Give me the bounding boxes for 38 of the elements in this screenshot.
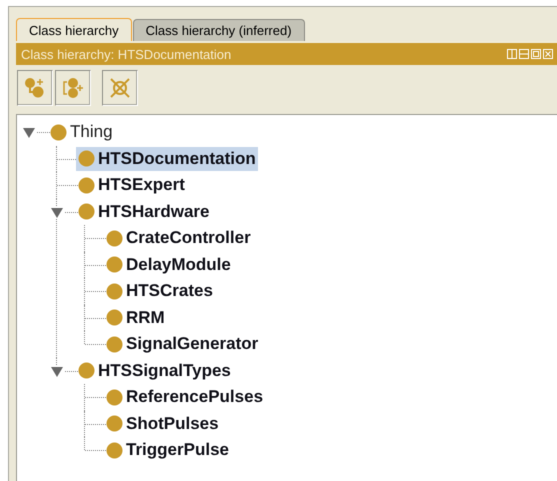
class-tree-item[interactable]: ShotPulses [104,412,221,436]
class-tree-item[interactable]: HTSSignalTypes [76,358,233,383]
class-tree-item[interactable]: SignalGenerator [104,332,260,356]
class-dot-icon [106,256,123,274]
class-dot-icon [106,415,123,432]
class-dot-icon [78,176,95,194]
class-tree-item[interactable]: Thing [48,120,115,144]
add-sibling-class-button[interactable] [55,70,91,106]
add-sibling-icon [61,76,85,100]
class-tree-item[interactable]: DelayModule [104,252,233,277]
class-tree-item[interactable]: HTSHardware [76,200,212,224]
delete-class-button[interactable] [102,70,138,106]
class-tree-item[interactable]: TriggerPulse [104,438,231,462]
maximize-icon[interactable] [531,49,541,59]
class-tree-item[interactable]: CrateController [104,226,253,250]
class-dot-icon [106,309,123,326]
class-tree-item[interactable]: HTSExpert [76,173,187,198]
class-dot-icon [106,282,123,300]
split-horizontal-icon[interactable] [519,49,529,59]
crossed-circle-icon [108,76,132,100]
view-title: Class hierarchy: HTSDocumentation [21,46,232,62]
class-dot-icon [106,336,123,353]
class-tree-item[interactable]: HTSCrates [104,279,215,304]
close-icon[interactable] [543,49,553,59]
tab[interactable]: Class hierarchy (inferred) [132,19,305,41]
class-dot-icon [78,203,95,220]
class-dot-icon [78,150,95,168]
split-vertical-icon[interactable] [507,49,517,59]
class-dot-icon [78,362,95,380]
class-dot-icon [106,388,123,406]
tab[interactable]: Class hierarchy [16,18,132,41]
class-tree-item[interactable]: HTSDocumentation [76,146,258,171]
add-subclass-button[interactable] [17,70,53,106]
class-dot-icon [106,442,123,459]
class-tree-item[interactable]: ReferencePulses [104,385,266,410]
class-dot-icon [50,124,67,141]
class-dot-icon [106,230,123,247]
class-tree-item[interactable]: RRM [104,306,167,330]
